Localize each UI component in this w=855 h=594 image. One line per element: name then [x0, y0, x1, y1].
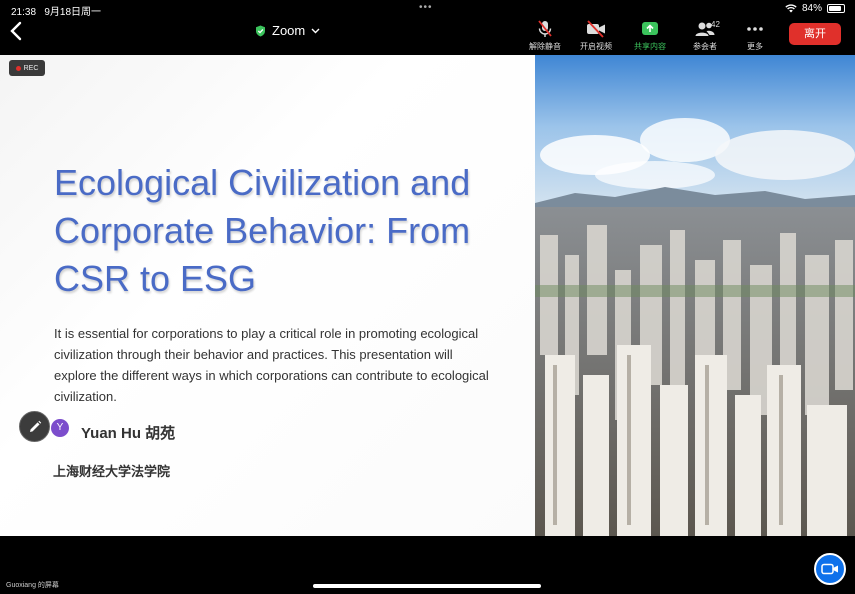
- share-content-button[interactable]: 共享内容: [626, 19, 674, 52]
- microphone-muted-icon: [538, 20, 552, 37]
- battery-percent: 84%: [801, 3, 822, 14]
- meeting-toolbar: Zoom 解除静音 开启视频 共享内容 42 参会者 更多 离开: [0, 16, 855, 54]
- more-dots-icon: [747, 27, 763, 31]
- slide-body-text: It is essential for corporations to play…: [54, 326, 489, 404]
- unmute-button[interactable]: 解除静音: [521, 19, 569, 52]
- video-camera-icon: [821, 563, 838, 575]
- presenter-affiliation: 上海财经大学法学院: [53, 464, 171, 479]
- more-button[interactable]: 更多: [731, 19, 779, 52]
- meeting-title-dropdown[interactable]: Zoom: [255, 23, 320, 38]
- battery-fill: [829, 6, 841, 11]
- start-video-button[interactable]: 开启视频: [572, 19, 620, 52]
- presenter-avatar: Y: [51, 419, 69, 437]
- slide-title: Ecological Civilization and Corporate Be…: [54, 162, 471, 299]
- battery-icon: [827, 4, 845, 13]
- pencil-icon: [29, 420, 41, 432]
- record-dot-icon: [15, 65, 21, 71]
- share-content-label: 共享内容: [634, 42, 666, 51]
- status-right: 84%: [785, 3, 845, 14]
- chevron-left-icon: [10, 21, 22, 41]
- presenter-name: Yuan Hu 胡苑: [81, 425, 176, 442]
- wifi-icon: [785, 4, 797, 13]
- video-off-icon: [587, 20, 605, 38]
- home-indicator[interactable]: [313, 584, 541, 588]
- share-screen-icon: [642, 22, 658, 35]
- leave-button[interactable]: 离开: [789, 23, 841, 45]
- participants-label: 参会者: [693, 42, 717, 51]
- city-skyline-photo: [535, 55, 855, 536]
- recording-label: REC: [23, 64, 39, 72]
- participants-count: 42: [711, 20, 720, 29]
- screen-owner-label: Guoxiang 的屏幕: [6, 582, 59, 589]
- recording-badge: REC: [9, 60, 45, 76]
- unmute-label: 解除静音: [529, 42, 561, 51]
- shared-screen: REC Ecological Civilization and Corporat…: [0, 55, 855, 536]
- meeting-title: Zoom: [272, 23, 306, 38]
- participants-button[interactable]: 42 参会者: [681, 19, 729, 52]
- shield-check-icon: [256, 25, 265, 36]
- annotate-button[interactable]: [19, 411, 50, 442]
- multitask-dots-icon[interactable]: •••: [419, 2, 433, 13]
- back-button[interactable]: [9, 21, 27, 43]
- chevron-down-icon: [311, 28, 320, 33]
- status-bar: 21:38 9月18日周一 ••• 84%: [0, 0, 855, 18]
- camera-float-button[interactable]: [814, 553, 846, 585]
- start-video-label: 开启视频: [580, 42, 612, 51]
- more-label: 更多: [747, 42, 763, 51]
